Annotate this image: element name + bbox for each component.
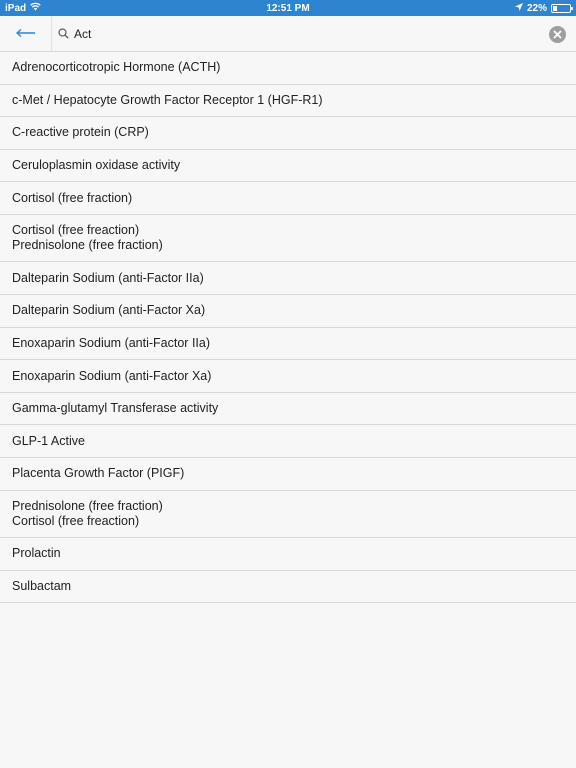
- result-item-label: Dalteparin Sodium (anti-Factor Xa): [12, 303, 206, 318]
- result-item-label: Gamma-glutamyl Transferase activity: [12, 401, 219, 416]
- result-item[interactable]: Placenta Growth Factor (PIGF): [0, 458, 576, 491]
- result-item[interactable]: Cortisol (free fraction): [0, 182, 576, 215]
- result-item-label: Placenta Growth Factor (PIGF): [12, 466, 185, 481]
- result-item-label: Prednisolone (free fraction): [12, 498, 163, 513]
- result-item[interactable]: Dalteparin Sodium (anti-Factor Xa): [0, 295, 576, 328]
- result-item[interactable]: Sulbactam: [0, 571, 576, 604]
- result-item[interactable]: Dalteparin Sodium (anti-Factor IIa): [0, 262, 576, 296]
- result-item[interactable]: Adrenocorticotropic Hormone (ACTH): [0, 52, 576, 85]
- search-header: [0, 15, 576, 52]
- battery-level-fill: [553, 5, 557, 11]
- result-item[interactable]: Prolactin: [0, 538, 576, 571]
- result-item-label: Prolactin: [12, 546, 61, 561]
- results-list: Adrenocorticotropic Hormone (ACTH) c-Met …: [0, 52, 576, 604]
- status-left: iPad: [5, 2, 41, 14]
- result-item-label: Dalteparin Sodium (anti-Factor IIa): [12, 270, 204, 285]
- result-item-label: Adrenocorticotropic Hormone (ACTH): [12, 60, 221, 75]
- search-input[interactable]: [74, 21, 514, 46]
- battery-percent: 22%: [526, 2, 547, 14]
- result-item[interactable]: Ceruloplasmin oxidase activity: [0, 150, 576, 183]
- result-item[interactable]: GLP-1 Active: [0, 425, 576, 459]
- result-item-label: GLP-1 Active: [12, 433, 85, 448]
- status-right: 22%: [514, 2, 573, 14]
- device-name: iPad: [5, 2, 27, 14]
- status-time: 12:51 PM: [266, 2, 310, 14]
- result-item-label: Enoxaparin Sodium (anti-Factor IIa): [12, 335, 211, 350]
- result-item-label: Enoxaparin Sodium (anti-Factor Xa): [12, 368, 212, 383]
- magnifier-icon: [56, 27, 70, 41]
- result-item[interactable]: Gamma-glutamyl Transferase activity: [0, 393, 576, 426]
- result-item[interactable]: C-reactive protein (CRP): [0, 117, 576, 150]
- result-item[interactable]: Enoxaparin Sodium (anti-Factor IIa): [0, 328, 576, 361]
- result-item[interactable]: Prednisolone (free fraction) Cortisol (fr…: [0, 491, 576, 539]
- clear-search-button[interactable]: [549, 26, 566, 43]
- location-arrow-icon: [514, 2, 523, 14]
- battery-icon: [551, 3, 573, 13]
- clear-circle-x-icon: [553, 26, 562, 44]
- result-item[interactable]: c-Met / Hepatocyte Growth Factor Recepto…: [0, 85, 576, 118]
- result-item[interactable]: Cortisol (free freaction) Prednisolone (f…: [0, 215, 576, 263]
- wifi-icon: [30, 2, 41, 14]
- result-item-label: Cortisol (free freaction): [12, 223, 140, 238]
- back-button[interactable]: [0, 15, 52, 52]
- status-bar: iPad 12:51 PM 22%: [0, 0, 576, 16]
- result-item-label: C-reactive protein (CRP): [12, 125, 149, 140]
- result-item-label: Sulbactam: [12, 579, 72, 594]
- result-item-label: Cortisol (free freaction): [12, 513, 140, 528]
- result-item-label: c-Met / Hepatocyte Growth Factor Recepto…: [12, 92, 323, 107]
- arrow-left-icon: [15, 25, 36, 43]
- result-item-label: Ceruloplasmin oxidase activity: [12, 158, 181, 173]
- result-item-label: Prednisolone (free fraction): [12, 238, 163, 253]
- result-item[interactable]: Enoxaparin Sodium (anti-Factor Xa): [0, 360, 576, 393]
- result-item-label: Cortisol (free fraction): [12, 190, 133, 205]
